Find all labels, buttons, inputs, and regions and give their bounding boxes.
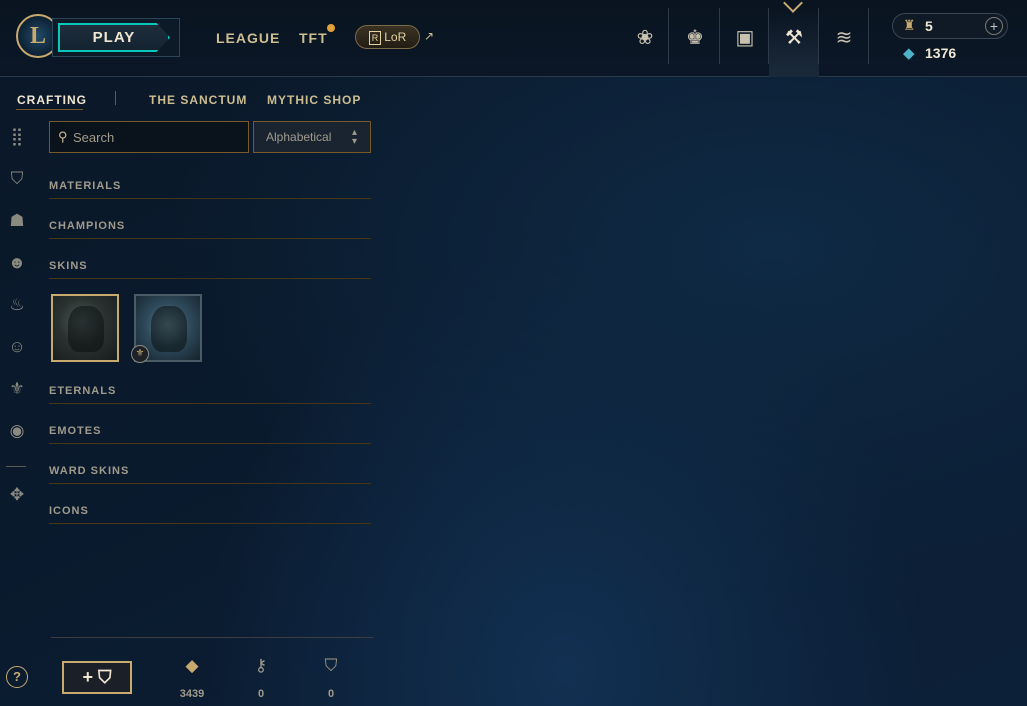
orange-essence-icon: ◆	[185, 656, 199, 675]
search-icon: ⚲	[58, 129, 68, 144]
footer-divider	[51, 637, 373, 638]
sort-chevron-icon: ▴ ▾	[352, 127, 358, 147]
chest-count: 0	[327, 688, 335, 700]
play-button-frame: PLAY	[52, 18, 180, 57]
category-skins[interactable]: SKINS	[49, 260, 88, 272]
be-balance: 1376	[925, 45, 957, 61]
all-items-icon[interactable]: ⣿	[6, 126, 28, 148]
summoner-icon-icon[interactable]: ◉	[6, 420, 28, 442]
trophy-icon[interactable]: ♚	[670, 10, 720, 66]
category-icons[interactable]: ICONS	[49, 505, 89, 517]
add-rp-button[interactable]: +	[985, 17, 1003, 35]
chest-icon: ⛉	[324, 656, 338, 675]
category-divider	[49, 443, 371, 444]
sidebar-divider	[6, 466, 26, 467]
category-emotes[interactable]: EMOTES	[49, 425, 101, 437]
nav-league[interactable]: LEAGUE	[216, 30, 280, 46]
help-icon[interactable]: ?	[6, 666, 28, 688]
rarity-badge-icon: ⚜	[131, 345, 149, 363]
blue-essence-icon: ◆	[903, 45, 915, 62]
emote-icon[interactable]: ☺	[6, 336, 28, 358]
lor-logo-icon: R	[368, 31, 382, 45]
tab-mythic-shop[interactable]: MYTHIC SHOP	[267, 93, 361, 107]
lor-button[interactable]: R LoR	[355, 25, 420, 49]
tab-crafting[interactable]: CRAFTING	[17, 93, 87, 107]
category-eternals[interactable]: ETERNALS	[49, 385, 116, 397]
crafting-icon[interactable]: ⚒	[769, 10, 819, 77]
tab-the-sanctum[interactable]: THE SANCTUM	[149, 93, 247, 107]
search-input[interactable]	[73, 124, 243, 150]
champion-helmet-icon[interactable]: ☗	[6, 210, 28, 232]
riot-points-icon: ♜	[903, 17, 916, 33]
chest-icon[interactable]: ⛉	[6, 168, 28, 190]
briefcase-icon[interactable]: ▣	[720, 10, 770, 66]
category-divider	[49, 238, 371, 239]
coins-icon[interactable]: ≋	[819, 10, 869, 66]
active-tab-underline	[16, 109, 83, 110]
skin-art	[68, 306, 104, 352]
category-materials[interactable]: MATERIALS	[49, 180, 121, 192]
skin-art	[151, 306, 187, 352]
key-count: 0	[257, 688, 265, 700]
eternals-icon[interactable]: ⚜	[6, 378, 28, 400]
play-button[interactable]: PLAY	[58, 23, 170, 52]
orange-essence-count: 3439	[179, 688, 205, 700]
tft-icon[interactable]: ✥	[6, 484, 28, 506]
category-divider	[49, 483, 371, 484]
category-divider	[49, 278, 371, 279]
nav-divider	[868, 8, 869, 64]
lor-label: LoR	[384, 30, 407, 44]
lotus-icon[interactable]: ❀	[620, 10, 670, 66]
key-icon: ⚷	[254, 656, 268, 675]
category-divider	[49, 523, 371, 524]
category-ward-skins[interactable]: WARD SKINS	[49, 465, 129, 477]
category-divider	[49, 403, 371, 404]
nav-divider	[668, 8, 669, 64]
skin-shard-1[interactable]	[51, 294, 119, 362]
nav-tft[interactable]: TFT	[299, 30, 328, 46]
skin-mask-icon[interactable]: ☻	[6, 252, 28, 274]
category-champions[interactable]: CHAMPIONS	[49, 220, 125, 232]
rp-balance: 5	[925, 18, 933, 34]
add-chest-button[interactable]: + ⛉	[62, 661, 132, 694]
tab-divider	[115, 91, 116, 105]
ward-flame-icon[interactable]: ♨	[6, 294, 28, 316]
external-link-icon: ↗	[424, 29, 435, 43]
tft-notification-dot	[327, 24, 335, 32]
category-divider	[49, 198, 371, 199]
